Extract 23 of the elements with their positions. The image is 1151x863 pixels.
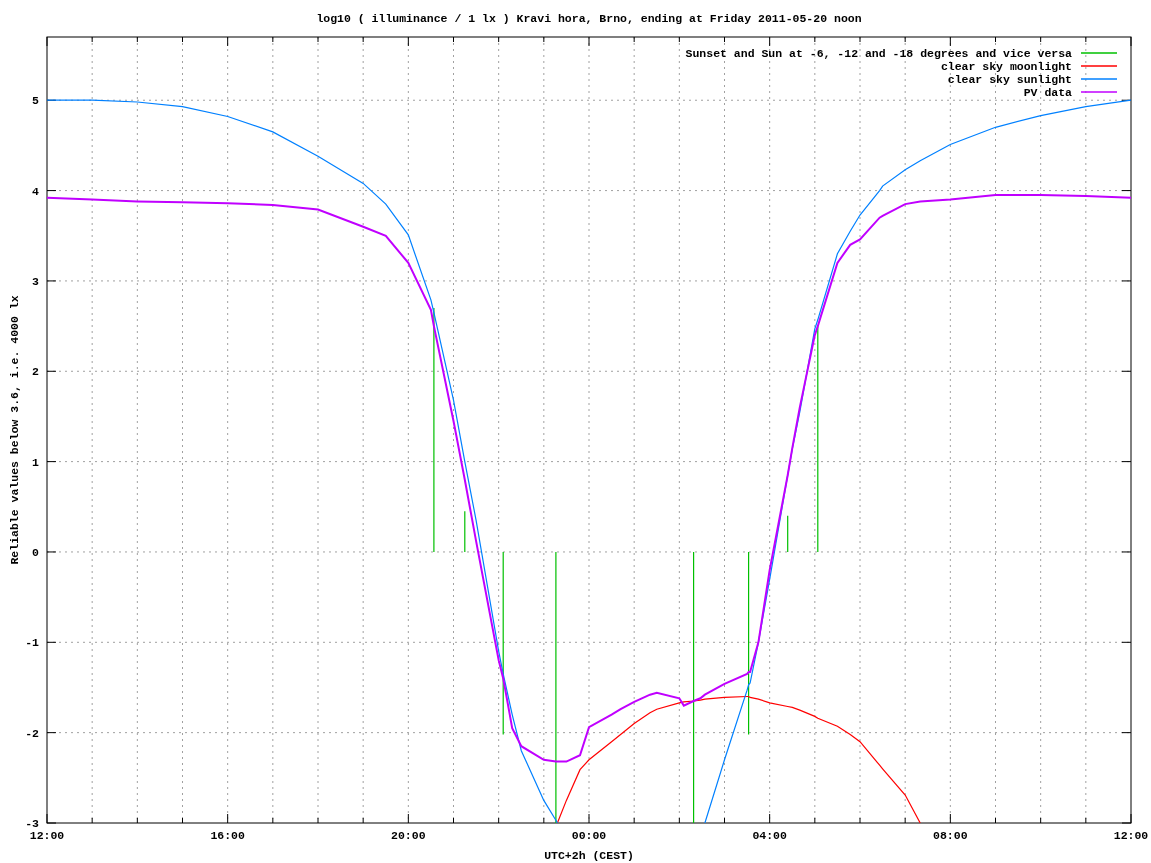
x-tick-label: 08:00 [933,829,968,842]
y-tick-label: 1 [32,455,39,469]
y-tick-label: -3 [25,817,39,830]
y-tick-label: 4 [32,184,39,198]
y-axis-label: Reliable values below 3.6, i.e. 4000 lx [8,295,21,565]
y-tick-label: 2 [32,365,39,379]
x-tick-label: 00:00 [571,829,607,842]
x-tick-label: 12:00 [29,829,65,842]
y-tick-label: 3 [32,274,39,288]
x-tick-label: 12:00 [1113,829,1149,842]
x-tick-label: 20:00 [391,829,426,842]
y-tick-label: 0 [32,545,39,559]
chart-title: log10 ( illuminance / 1 lx ) Kravi hora, Brno, ending at Friday 2011-05-20 noon [316,12,862,25]
legend-label: PV data [1023,86,1072,99]
y-tick-label: -1 [25,636,39,650]
legend-label: Sunset and Sun at -6, -12 and -18 degrees and vice versa [685,47,1072,60]
x-tick-label: 04:00 [752,829,787,842]
y-tick-label: -2 [25,726,39,740]
legend-label: clear sky sunlight [947,73,1072,86]
y-tick-label: 5 [32,94,39,108]
legend-label: clear sky moonlight [940,60,1072,73]
x-axis-label: UTC+2h (CEST) [544,849,634,862]
x-tick-label: 16:00 [210,829,245,842]
